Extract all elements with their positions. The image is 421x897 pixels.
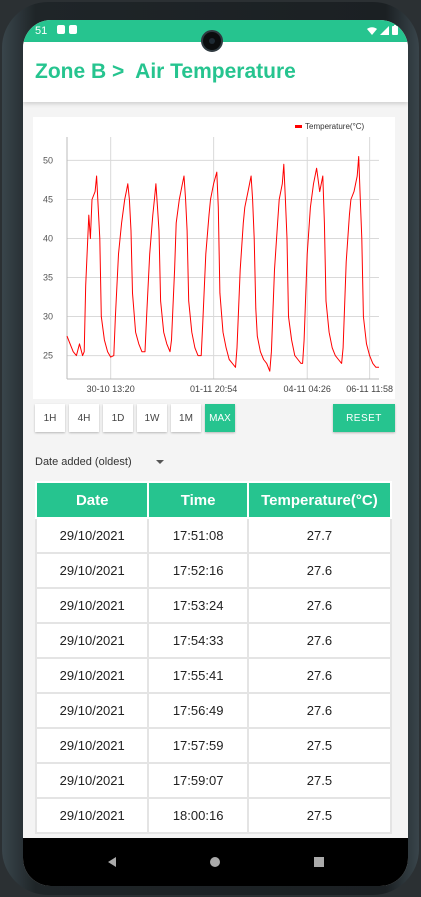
x-tick-label: 30-10 13:20 <box>87 384 135 394</box>
table-row[interactable]: 29/10/2021 17:55:41 27.6 <box>34 657 393 694</box>
legend-swatch <box>295 125 302 128</box>
cell-time: 18:00:16 <box>147 797 249 834</box>
signal-icon <box>380 25 389 35</box>
cell-date: 29/10/2021 <box>34 797 150 834</box>
cell-temperature: 27.5 <box>246 762 393 799</box>
screen: 51 Zone B > Air Temperature 25 30 35 40 45 50… <box>23 20 408 886</box>
cell-temperature: 27.6 <box>246 692 393 729</box>
cell-temperature: 27.6 <box>246 622 393 659</box>
status-notification-icons <box>57 25 77 34</box>
cell-date: 29/10/2021 <box>34 622 150 659</box>
phone-frame: 51 Zone B > Air Temperature 25 30 35 40 45 50… <box>2 2 419 895</box>
table-row[interactable]: 29/10/2021 17:52:16 27.6 <box>34 552 393 589</box>
cell-time: 17:54:33 <box>147 622 249 659</box>
notification-icon <box>69 25 77 34</box>
column-header-temperature[interactable]: Temperature(°C) <box>246 481 393 519</box>
status-right-icons <box>367 25 398 35</box>
sort-dropdown[interactable]: Date added (oldest) <box>35 456 164 468</box>
notification-icon <box>57 25 65 34</box>
cell-time: 17:55:41 <box>147 657 249 694</box>
cell-time: 17:57:59 <box>147 727 249 764</box>
cell-temperature: 27.5 <box>246 797 393 834</box>
y-tick-label: 40 <box>43 233 53 243</box>
x-tick-label: 06-11 11:58 <box>346 384 393 394</box>
cell-temperature: 27.7 <box>246 517 393 554</box>
cell-time: 17:56:49 <box>147 692 249 729</box>
y-tick-label: 45 <box>43 194 53 204</box>
readings-table: Date Time Temperature(°C) 29/10/2021 17:5… <box>34 481 393 834</box>
table-row[interactable]: 29/10/2021 17:53:24 27.6 <box>34 587 393 624</box>
front-camera <box>201 30 223 52</box>
table-header-row: Date Time Temperature(°C) <box>34 481 393 519</box>
series-line-temperature <box>66 156 379 372</box>
table-row[interactable]: 29/10/2021 18:00:16 27.5 <box>34 797 393 834</box>
cell-temperature: 27.6 <box>246 552 393 589</box>
y-tick-label: 35 <box>43 273 53 283</box>
sort-selected-value: Date added (oldest) <box>35 456 132 468</box>
cell-date: 29/10/2021 <box>34 517 150 554</box>
recent-apps-icon[interactable] <box>313 857 324 867</box>
cell-time: 17:52:16 <box>147 552 249 589</box>
column-header-time[interactable]: Time <box>147 481 249 519</box>
column-header-date[interactable]: Date <box>34 481 150 519</box>
x-tick-label: 01-11 20:54 <box>190 384 237 394</box>
back-icon[interactable] <box>107 857 116 867</box>
cell-temperature: 27.5 <box>246 727 393 764</box>
wifi-icon <box>367 26 377 35</box>
table-row[interactable]: 29/10/2021 17:59:07 27.5 <box>34 762 393 799</box>
battery-icon <box>392 25 398 35</box>
cell-date: 29/10/2021 <box>34 657 150 694</box>
page-title: Zone B > Air Temperature <box>35 60 296 83</box>
y-tick-label: 25 <box>43 351 53 361</box>
y-tick-label: 50 <box>43 155 53 165</box>
home-icon[interactable] <box>209 857 220 867</box>
temperature-chart[interactable]: 25 30 35 40 45 50 30-10 13:20 01-11 20:54 04-11 … <box>33 117 395 399</box>
range-button-1w[interactable]: 1W <box>137 404 167 432</box>
y-tick-label: 30 <box>43 312 53 322</box>
table-row[interactable]: 29/10/2021 17:56:49 27.6 <box>34 692 393 729</box>
range-button-max[interactable]: MAX <box>205 404 235 432</box>
cell-date: 29/10/2021 <box>34 692 150 729</box>
table-row[interactable]: 29/10/2021 17:51:08 27.7 <box>34 517 393 554</box>
range-button-1h[interactable]: 1H <box>35 404 65 432</box>
cell-temperature: 27.6 <box>246 587 393 624</box>
x-tick-label: 04-11 04:26 <box>284 384 331 394</box>
cell-date: 29/10/2021 <box>34 552 150 589</box>
reset-button[interactable]: RESET <box>333 404 395 432</box>
cell-date: 29/10/2021 <box>34 727 150 764</box>
caret-down-icon <box>155 460 164 464</box>
system-nav-bar <box>23 838 408 886</box>
cell-temperature: 27.6 <box>246 657 393 694</box>
cell-date: 29/10/2021 <box>34 762 150 799</box>
status-time: 51 <box>35 25 48 37</box>
cell-time: 17:53:24 <box>147 587 249 624</box>
cell-time: 17:51:08 <box>147 517 249 554</box>
legend-label: Temperature(°C) <box>305 122 365 131</box>
cell-time: 17:59:07 <box>147 762 249 799</box>
table-row[interactable]: 29/10/2021 17:57:59 27.5 <box>34 727 393 764</box>
range-button-1m[interactable]: 1M <box>171 404 201 432</box>
chart-svg: 25 30 35 40 45 50 30-10 13:20 01-11 20:54 04-11 … <box>43 122 393 394</box>
range-button-1d[interactable]: 1D <box>103 404 133 432</box>
range-button-4h[interactable]: 4H <box>69 404 99 432</box>
table-row[interactable]: 29/10/2021 17:54:33 27.6 <box>34 622 393 659</box>
cell-date: 29/10/2021 <box>34 587 150 624</box>
